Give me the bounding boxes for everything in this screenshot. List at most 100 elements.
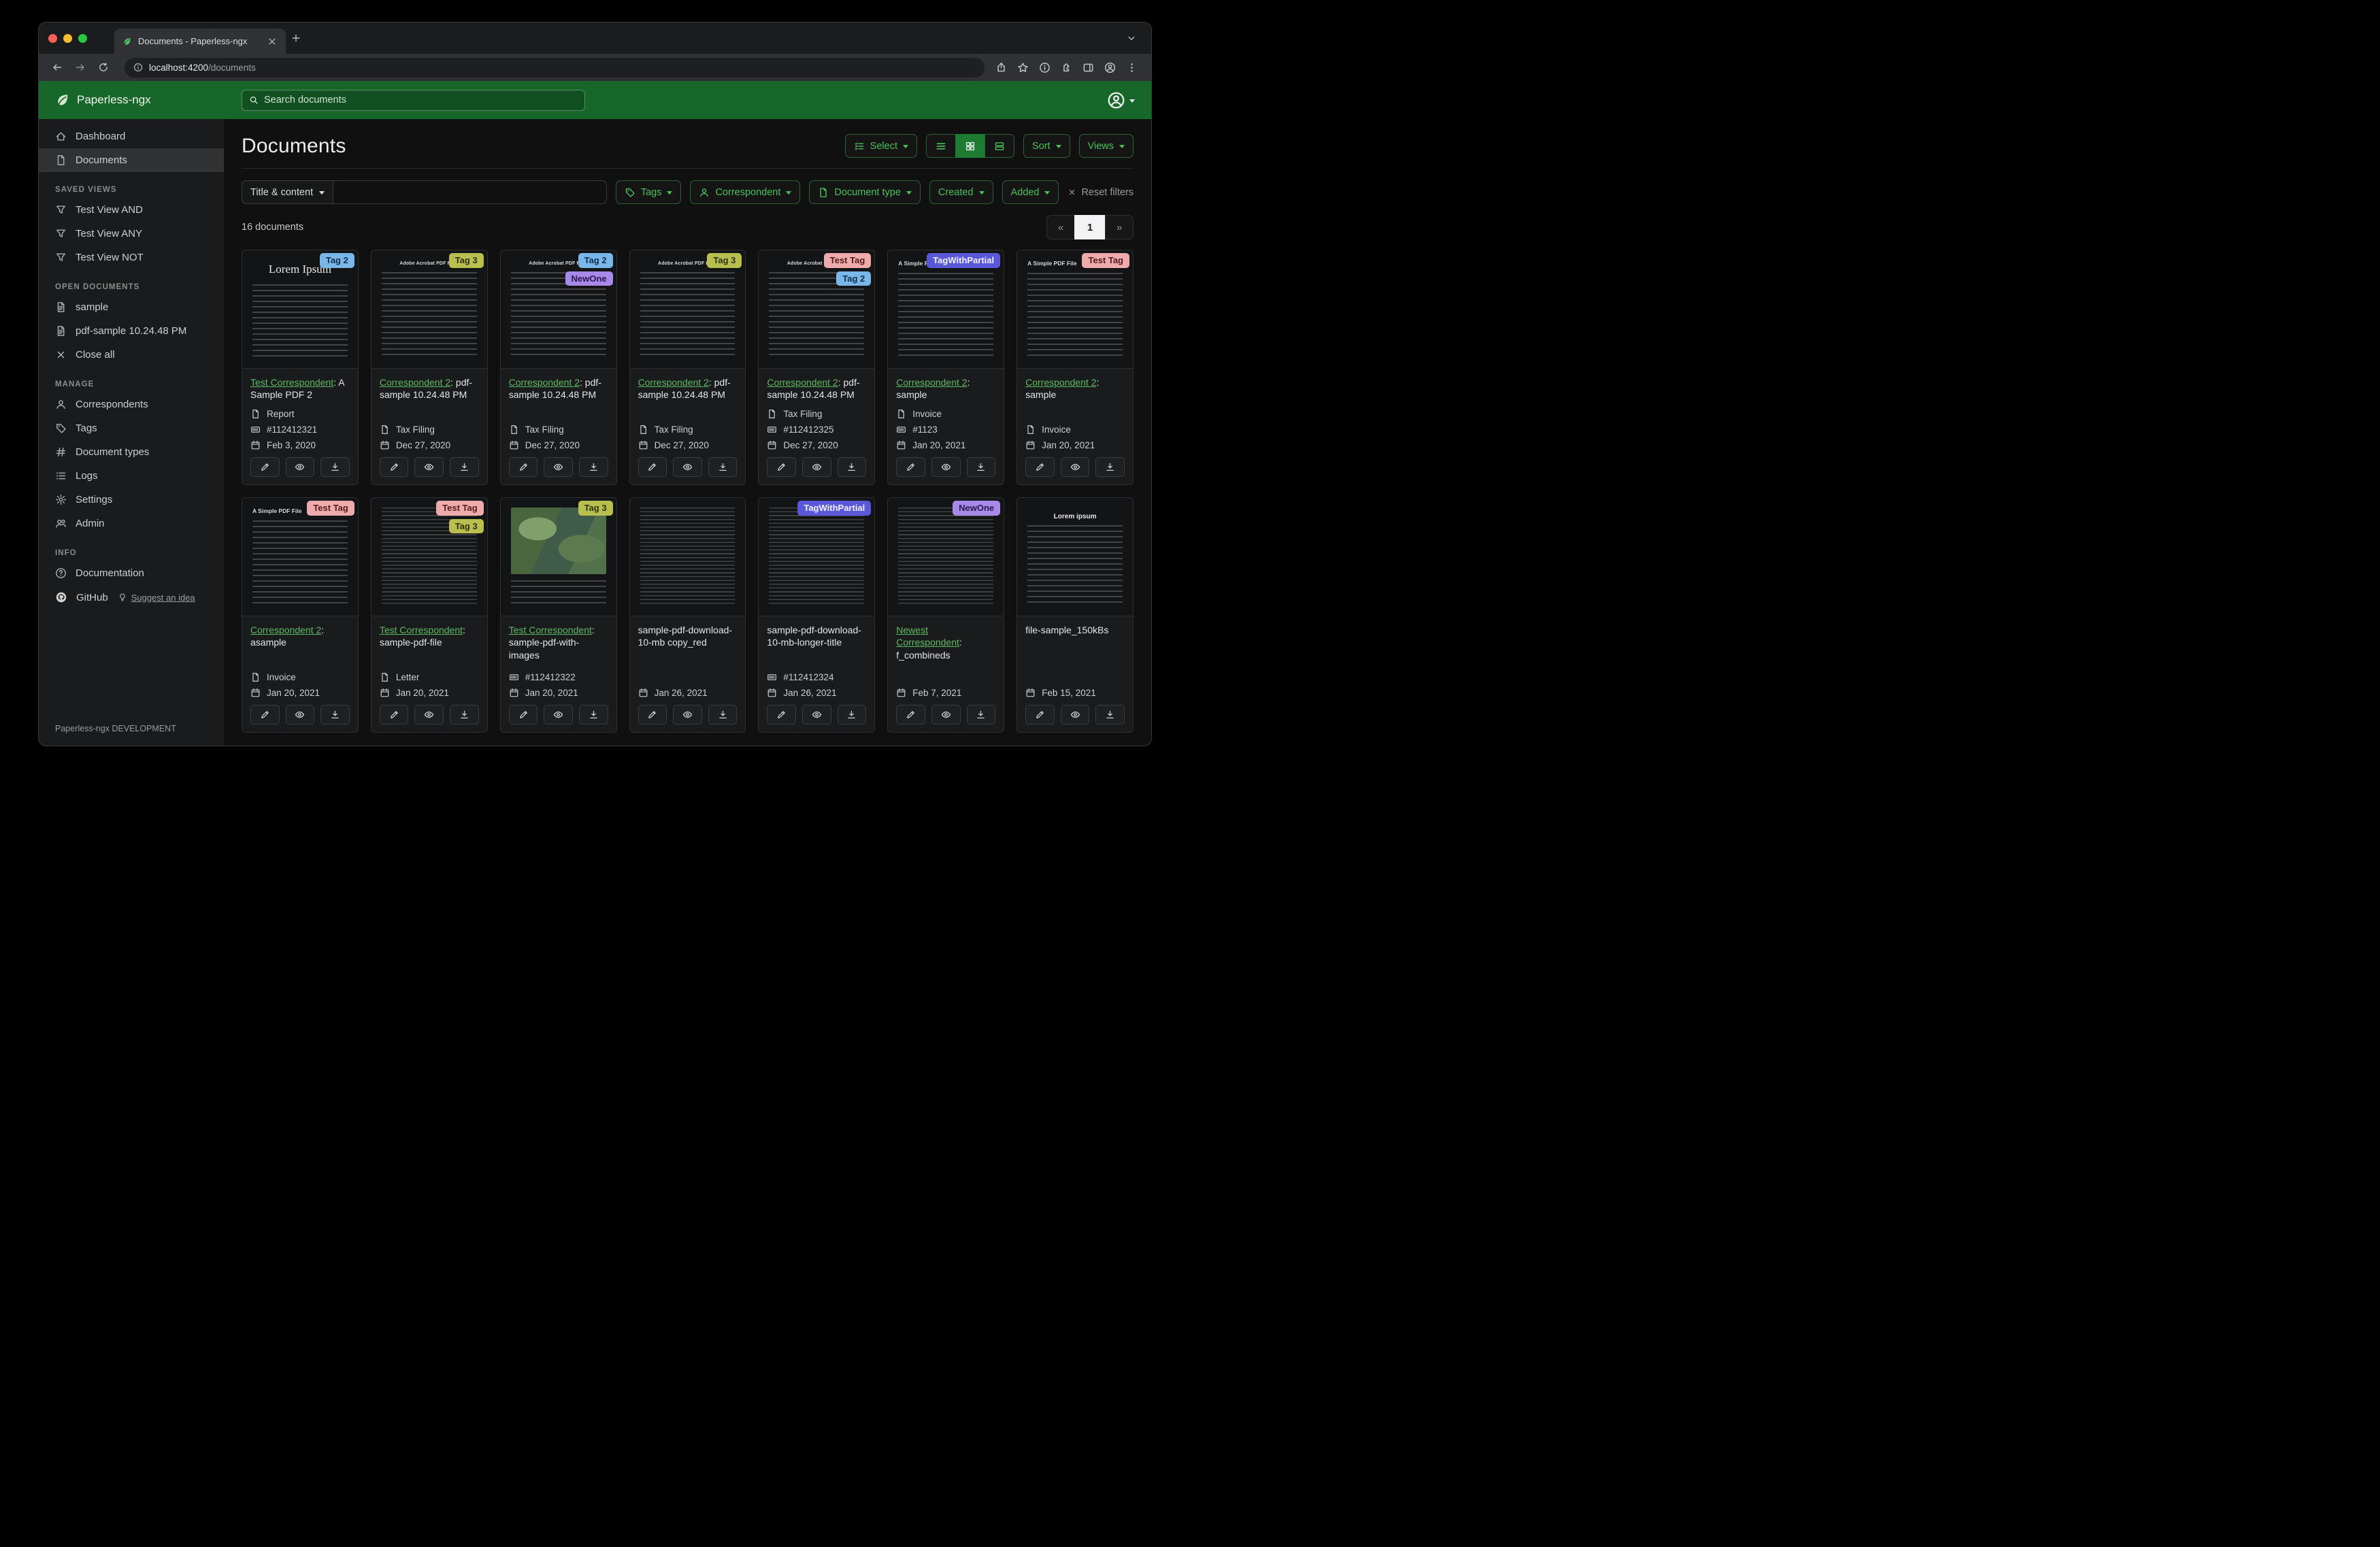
sidebar-item-documentation[interactable]: Documentation [39, 561, 224, 585]
correspondent-filter-button[interactable]: Correspondent [690, 180, 801, 204]
asn-value[interactable]: #112412324 [783, 672, 833, 682]
tag-badge[interactable]: Tag 3 [448, 253, 484, 268]
download-button[interactable] [708, 457, 738, 477]
grid-view-button[interactable] [955, 134, 985, 158]
preview-button[interactable] [931, 457, 961, 477]
preview-button[interactable] [802, 457, 831, 477]
created-date[interactable]: Jan 20, 2021 [1042, 440, 1095, 450]
tag-badge[interactable]: TagWithPartial [797, 501, 872, 516]
document-type[interactable]: Letter [396, 672, 420, 682]
preview-button[interactable] [802, 705, 831, 725]
document-type[interactable]: Invoice [1042, 425, 1071, 435]
edit-button[interactable] [250, 705, 280, 725]
sort-button[interactable]: Sort [1023, 134, 1070, 158]
preview-button[interactable] [285, 457, 315, 477]
suggest-idea-link[interactable]: Suggest an idea [118, 593, 195, 603]
correspondent-link[interactable]: Correspondent 2 [1025, 377, 1096, 388]
new-tab-button[interactable] [286, 28, 306, 48]
back-button[interactable] [47, 57, 67, 78]
current-page-button[interactable]: 1 [1074, 215, 1106, 239]
added-filter-button[interactable]: Added [1002, 180, 1059, 204]
document-type-filter-button[interactable]: Document type [809, 180, 921, 204]
sidebar-item-document-types[interactable]: Document types [39, 440, 224, 464]
sidebar-item-test-view-not[interactable]: Test View NOT [39, 246, 224, 269]
edit-button[interactable] [638, 457, 667, 477]
correspondent-link[interactable]: Correspondent 2 [896, 377, 967, 388]
preview-button[interactable] [673, 457, 702, 477]
preview-button[interactable] [544, 457, 573, 477]
edit-button[interactable] [250, 457, 280, 477]
correspondent-link[interactable]: Newest Correspondent [896, 625, 959, 648]
tags-filter-button[interactable]: Tags [615, 180, 682, 204]
document-thumbnail[interactable]: Adobe Acrobat PDF Files Tag 3 [371, 250, 487, 369]
document-type[interactable]: Report [267, 409, 295, 419]
created-date[interactable]: Jan 20, 2021 [396, 688, 449, 698]
created-date[interactable]: Dec 27, 2020 [396, 440, 450, 450]
sidebar-item-admin[interactable]: Admin [39, 512, 224, 535]
document-title[interactable]: file-sample_150kBs [1025, 625, 1108, 635]
tag-badge[interactable]: Test Tag [823, 253, 872, 268]
document-thumbnail[interactable]: TagWithPartial [759, 498, 875, 616]
document-thumbnail[interactable]: Lorem ipsum [1017, 498, 1133, 616]
browser-tab[interactable]: Documents - Paperless-ngx [114, 29, 286, 54]
tag-badge[interactable]: Tag 2 [319, 253, 354, 268]
download-button[interactable] [450, 457, 479, 477]
tag-badge[interactable]: NewOne [953, 501, 1001, 516]
close-window-button[interactable] [48, 33, 57, 43]
tag-badge[interactable]: Test Tag [1082, 253, 1129, 268]
asn-value[interactable]: #112412325 [783, 425, 833, 435]
preview-button[interactable] [931, 705, 961, 725]
views-button[interactable]: Views [1078, 134, 1134, 158]
reset-filters-button[interactable]: Reset filters [1068, 187, 1134, 198]
document-type[interactable]: Tax Filing [783, 409, 822, 419]
tag-badge[interactable]: Tag 3 [578, 501, 613, 516]
app-brand[interactable]: Paperless-ngx [55, 93, 242, 107]
document-type[interactable]: Tax Filing [655, 425, 693, 435]
document-type[interactable]: Invoice [912, 409, 942, 419]
site-info-icon[interactable] [133, 63, 143, 72]
correspondent-link[interactable]: Correspondent 2 [767, 377, 838, 388]
created-date[interactable]: Jan 20, 2021 [267, 688, 320, 698]
edit-button[interactable] [379, 457, 409, 477]
sidebar-item-dashboard[interactable]: Dashboard [39, 124, 224, 148]
document-thumbnail[interactable]: Tag 3 [500, 498, 616, 616]
tag-badge[interactable]: Test Tag [307, 501, 354, 516]
share-icon[interactable] [995, 62, 1007, 73]
document-thumbnail[interactable] [629, 498, 746, 616]
filter-text-input[interactable] [333, 180, 607, 204]
download-button[interactable] [578, 457, 608, 477]
download-button[interactable] [578, 705, 608, 725]
asn-value[interactable]: #112412322 [525, 672, 576, 682]
edit-button[interactable] [508, 457, 538, 477]
list-view-button[interactable] [925, 134, 956, 158]
correspondent-link[interactable]: Correspondent 2 [509, 377, 580, 388]
document-thumbnail[interactable]: Adobe Acrobat PDF Files Test Tag Tag 2 [759, 250, 875, 369]
created-date[interactable]: Dec 27, 2020 [783, 440, 838, 450]
download-button[interactable] [837, 457, 867, 477]
download-button[interactable] [966, 457, 996, 477]
created-date[interactable]: Jan 26, 2021 [783, 688, 836, 698]
created-date[interactable]: Feb 15, 2021 [1042, 688, 1096, 698]
correspondent-link[interactable]: Correspondent 2 [638, 377, 709, 388]
sidebar-item-open-doc-pdf-sample[interactable]: pdf-sample 10.24.48 PM [39, 319, 224, 343]
download-button[interactable] [320, 457, 350, 477]
document-thumbnail[interactable]: Adobe Acrobat PDF Files Tag 3 [629, 250, 746, 369]
document-thumbnail[interactable]: A Simple PDF File TagWithPartial [888, 250, 1004, 369]
sidebar-item-tags[interactable]: Tags [39, 416, 224, 440]
document-type[interactable]: Tax Filing [525, 425, 564, 435]
preview-button[interactable] [673, 705, 702, 725]
minimize-window-button[interactable] [63, 33, 72, 43]
next-page-button[interactable]: » [1105, 215, 1134, 239]
preview-button[interactable] [544, 705, 573, 725]
preview-button[interactable] [1060, 705, 1090, 725]
document-type[interactable]: Tax Filing [396, 425, 435, 435]
document-thumbnail[interactable]: A Simple PDF File Test Tag [1017, 250, 1133, 369]
select-button[interactable]: Select [844, 134, 917, 158]
browser-profile-icon[interactable] [1104, 62, 1116, 73]
edit-button[interactable] [767, 457, 797, 477]
edit-button[interactable] [1025, 705, 1055, 725]
title-content-dropdown[interactable]: Title & content [242, 180, 334, 204]
sidebar-item-documents[interactable]: Documents [39, 148, 224, 172]
tab-close-icon[interactable] [267, 36, 278, 47]
document-title[interactable]: sample-pdf-download-10-mb-longer-title [767, 625, 861, 648]
